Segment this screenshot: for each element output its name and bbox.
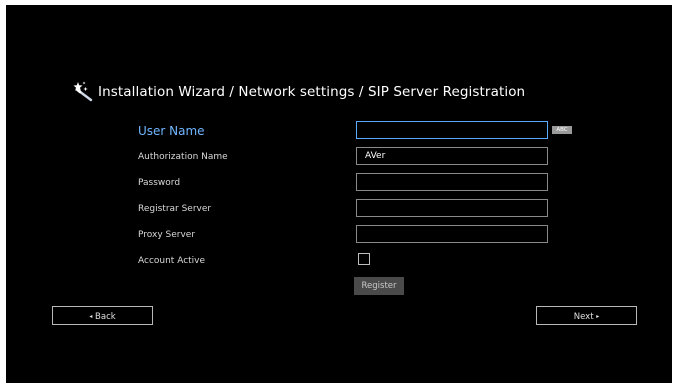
- back-button-label: Back: [95, 312, 116, 322]
- authorization-name-label: Authorization Name: [138, 152, 228, 162]
- back-arrow-icon: ◂: [89, 313, 93, 320]
- password-label: Password: [138, 178, 181, 188]
- account-active-label: Account Active: [138, 256, 206, 266]
- back-button[interactable]: ◂ Back: [52, 306, 153, 325]
- register-button[interactable]: Register: [354, 277, 404, 295]
- registrar-server-input[interactable]: [356, 199, 548, 217]
- keyboard-mode-badge[interactable]: ABC: [552, 126, 572, 134]
- proxy-server-input[interactable]: [356, 225, 548, 243]
- proxy-server-label: Proxy Server: [138, 230, 196, 240]
- account-active-checkbox[interactable]: [358, 253, 370, 265]
- page-title: Installation Wizard / Network settings /…: [98, 84, 526, 100]
- user-name-input[interactable]: [356, 121, 548, 139]
- password-input[interactable]: [356, 173, 548, 191]
- next-button[interactable]: Next ▸: [536, 306, 637, 325]
- authorization-name-input[interactable]: [356, 147, 548, 165]
- wizard-wand-icon: [72, 81, 98, 103]
- next-arrow-icon: ▸: [596, 313, 600, 320]
- user-name-label: User Name: [138, 124, 205, 138]
- title-row: Installation Wizard / Network settings /…: [72, 81, 525, 103]
- next-button-label: Next: [573, 312, 594, 322]
- wizard-screen: Installation Wizard / Network settings /…: [6, 5, 672, 383]
- registrar-server-label: Registrar Server: [138, 204, 212, 214]
